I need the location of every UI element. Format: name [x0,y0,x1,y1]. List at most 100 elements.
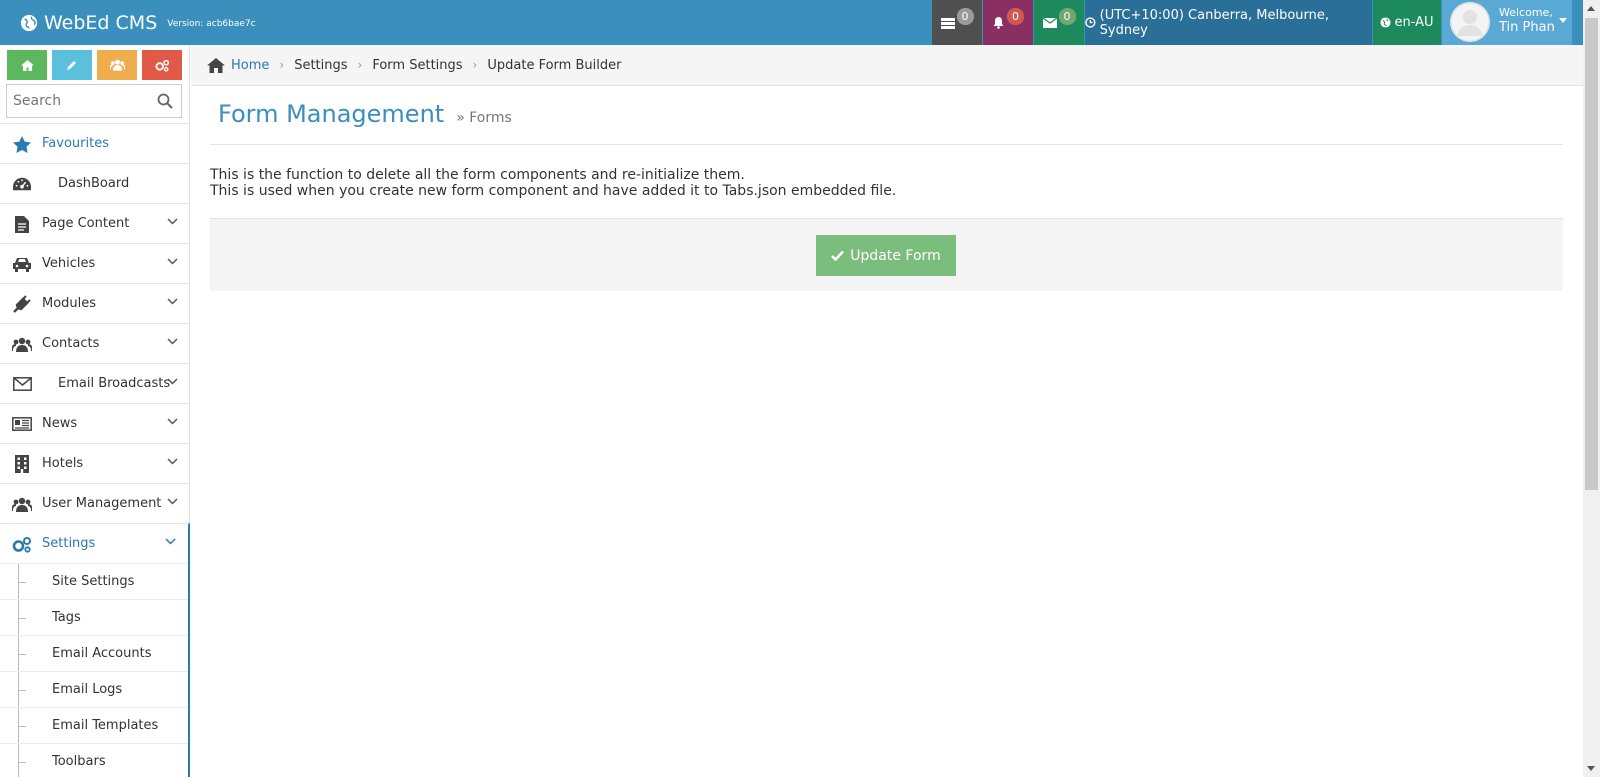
user-silhouette-icon [1450,2,1490,42]
chevron-down-icon [165,538,176,545]
page-title: Form Management [218,100,445,128]
search-box [6,84,182,118]
home-icon[interactable] [207,57,225,73]
page-header: Form Management » Forms [218,100,512,128]
breadcrumb-form-settings[interactable]: Form Settings [372,58,462,73]
scroll-up-icon[interactable] [1587,6,1595,11]
sidebar-item-email-broadcasts[interactable]: Email Broadcasts [0,363,190,403]
newspaper-icon [12,417,32,431]
breadcrumb-home-link[interactable]: Home [231,58,269,73]
sidebar-item-user-management[interactable]: User Management [0,483,190,523]
sidebar-item-news[interactable]: News [0,403,190,443]
submenu-item-label: Email Templates [52,718,159,733]
notifications-badge: 0 [1007,8,1024,25]
update-form-label: Update Form [850,247,941,264]
sidebar-item-contacts[interactable]: Contacts [0,323,190,363]
home-icon [20,59,34,71]
dashboard-icon [13,177,31,191]
envelope-icon [12,377,32,391]
breadcrumb-separator-icon: › [357,58,363,72]
action-panel: Update Form [210,218,1563,291]
tasks-badge: 0 [956,8,974,25]
submenu-item-email-accounts[interactable]: Email Accounts [0,635,188,672]
sidebar-item-label: Hotels [42,456,84,471]
sidebar-item-settings[interactable]: Settings [0,523,190,563]
quick-users-button[interactable] [97,50,137,80]
submenu-item-label: Email Logs [52,682,123,697]
timezone-button[interactable]: (UTC+10:00) Canberra, Melbourne, Sydney [1085,0,1372,45]
envelope-icon [1042,17,1057,28]
sidebar-item-label: News [42,416,78,431]
sidebar-item-modules[interactable]: Modules [0,283,190,323]
globe-icon [20,14,38,31]
notifications-button[interactable]: 0 [983,0,1033,45]
avatar [1450,2,1490,42]
scroll-down-icon[interactable] [1587,766,1595,771]
building-icon [15,455,29,473]
quick-actions [7,50,187,80]
sidebar-item-vehicles[interactable]: Vehicles [0,243,190,283]
brand[interactable]: WebEd CMS Version: acb6bae7c [20,0,256,45]
submenu-item-label: Email Accounts [52,646,152,661]
clock-icon [1085,17,1096,28]
chevron-down-icon [167,298,178,305]
breadcrumb-settings[interactable]: Settings [294,58,347,73]
sidebar-item-favourites[interactable]: Favourites [0,123,190,163]
sidebar-item-label: Settings [42,536,96,551]
submenu-item-label: Site Settings [52,574,135,589]
sidebar-item-label: User Management [42,496,162,511]
quick-home-button[interactable] [7,50,47,80]
sidebar: Favourites DashBoard Page Content Vehicl… [0,45,190,777]
sidebar-item-page-content[interactable]: Page Content [0,203,190,243]
submenu-item-label: Toolbars [52,754,106,769]
timezone-label: (UTC+10:00) Canberra, Melbourne, Sydney [1099,7,1330,38]
quick-edit-button[interactable] [52,50,92,80]
messages-badge: 0 [1058,8,1076,25]
chevron-down-icon [167,338,178,345]
breadcrumb: Home › Settings › Form Settings › Update… [191,45,1583,86]
breadcrumb-separator-icon: › [279,58,285,72]
submenu-item-email-logs[interactable]: Email Logs [0,671,188,708]
update-form-button[interactable]: Update Form [816,235,956,276]
scroll-thumb[interactable] [1585,18,1598,490]
users-icon [12,497,32,512]
search-input[interactable] [7,85,147,117]
search-icon[interactable] [157,93,173,109]
sidebar-item-hotels[interactable]: Hotels [0,443,190,483]
user-menu[interactable]: Welcome, Tin Phan [1442,0,1572,45]
breadcrumb-separator-icon: › [472,58,478,72]
chevron-down-icon [167,378,178,385]
submenu-item-tags[interactable]: Tags [0,599,188,636]
globe-icon [1380,17,1392,28]
language-label: en-AU [1394,15,1434,30]
submenu-item-site-settings[interactable]: Site Settings [0,563,188,600]
file-icon [15,215,29,233]
description-line: This is used when you create new form co… [210,183,897,199]
plug-icon [13,295,31,313]
sidebar-item-label: Contacts [42,336,100,351]
user-name: Tin Phan [1499,20,1555,35]
divider [210,144,1563,145]
sidebar-item-label: Modules [42,296,97,311]
quick-settings-button[interactable] [142,50,182,80]
sidebar-item-label: Page Content [42,216,130,231]
language-button[interactable]: en-AU [1373,0,1441,45]
pencil-icon [67,61,76,70]
page-subtitle: » Forms [456,110,512,126]
messages-button[interactable]: 0 [1034,0,1084,45]
submenu-item-email-templates[interactable]: Email Templates [0,707,188,744]
breadcrumb-current: Update Form Builder [487,57,622,73]
sidebar-item-dashboard[interactable]: DashBoard [0,163,190,203]
sidebar-item-label: DashBoard [58,176,130,191]
submenu-item-label: Tags [52,610,81,625]
chevron-down-icon [167,218,178,225]
tasks-icon [940,17,955,29]
vertical-scrollbar[interactable] [1583,0,1600,777]
top-navbar: WebEd CMS Version: acb6bae7c 0 0 0 (UTC+… [0,0,1600,45]
users-icon [109,59,125,71]
submenu-item-toolbars[interactable]: Toolbars [0,743,188,777]
sidebar-menu: Favourites DashBoard Page Content Vehicl… [0,123,190,777]
cogs-icon [12,536,31,553]
tasks-button[interactable]: 0 [932,0,982,45]
sidebar-item-label: Vehicles [42,256,96,271]
